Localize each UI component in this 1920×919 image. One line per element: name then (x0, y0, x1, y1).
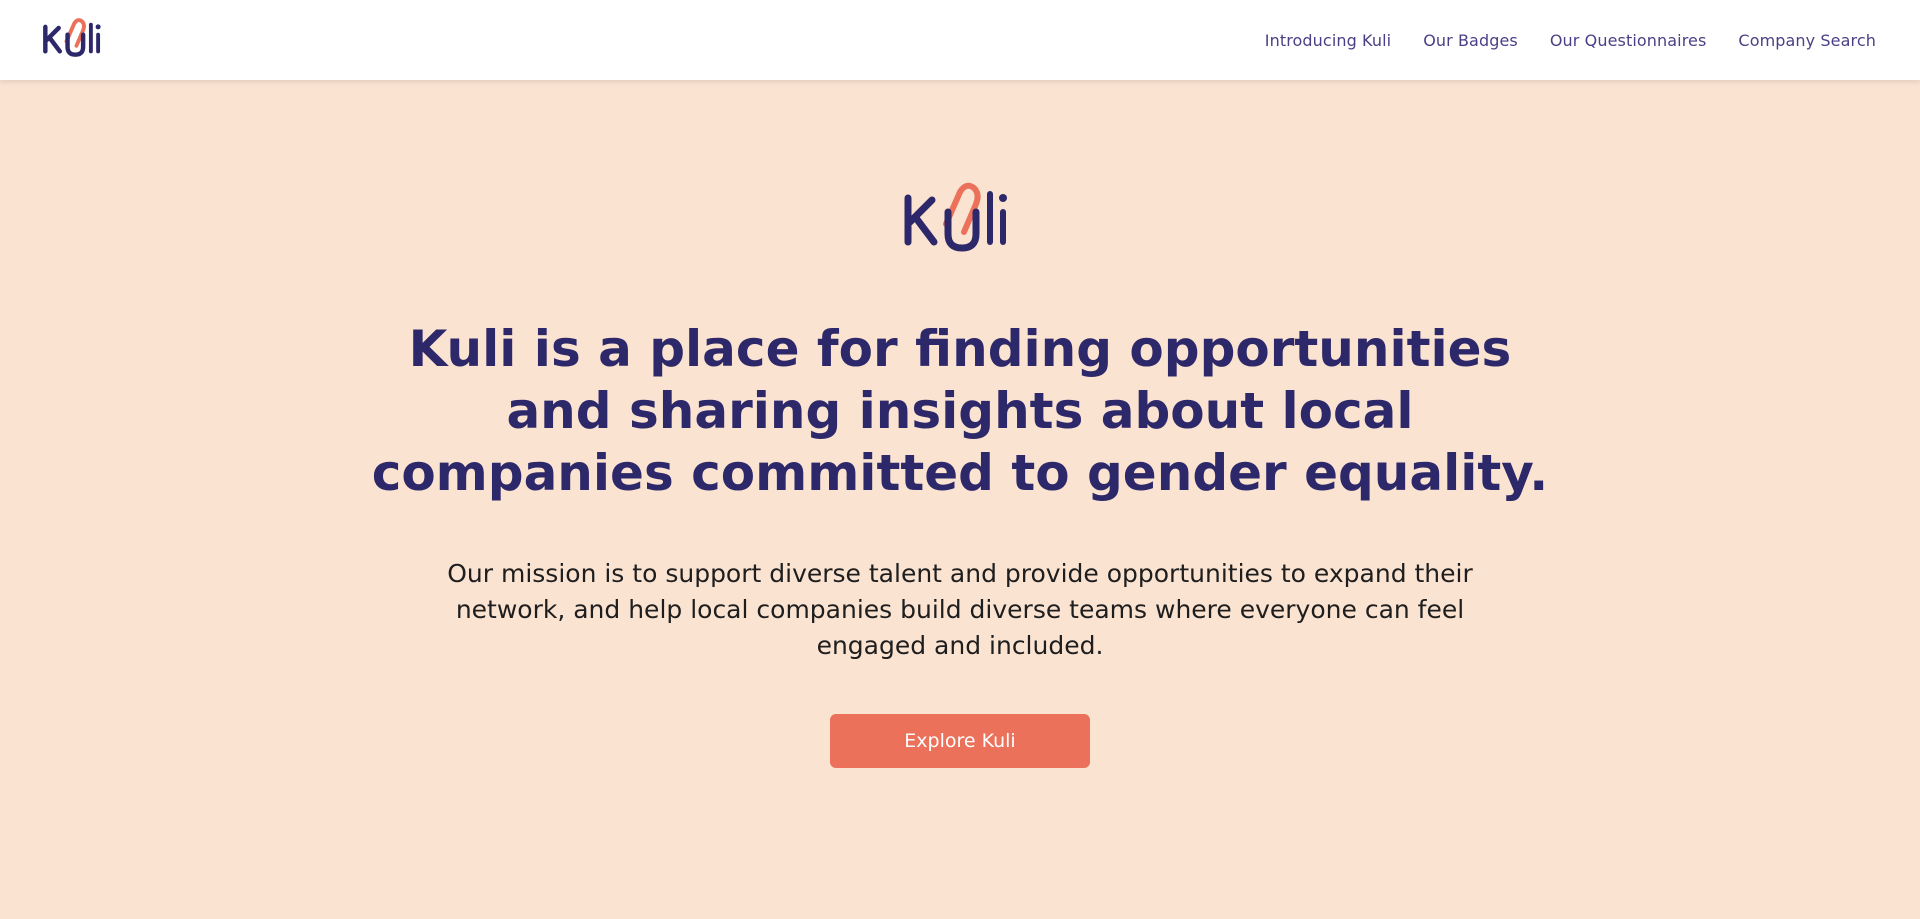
hero-section: Kuli is a place for finding opportunitie… (0, 80, 1920, 919)
kuli-logo-large-icon (904, 182, 1007, 252)
kuli-logo-icon (43, 18, 101, 57)
top-navigation-bar: Introducing Kuli Our Badges Our Question… (0, 0, 1920, 80)
nav-our-badges[interactable]: Our Badges (1423, 31, 1518, 50)
nav-our-questionnaires[interactable]: Our Questionnaires (1550, 31, 1707, 50)
kuli-hero-logo (902, 182, 1010, 254)
main-nav: Introducing Kuli Our Badges Our Question… (1265, 0, 1876, 80)
nav-introducing-kuli[interactable]: Introducing Kuli (1265, 31, 1391, 50)
kuli-logo-home-link[interactable] (42, 18, 102, 58)
nav-company-search[interactable]: Company Search (1738, 31, 1876, 50)
mission-statement: Our mission is to support diverse talent… (447, 559, 1473, 660)
hero-headline: Kuli is a place for finding opportunitie… (371, 320, 1549, 502)
explore-kuli-button[interactable]: Explore Kuli (830, 714, 1090, 768)
